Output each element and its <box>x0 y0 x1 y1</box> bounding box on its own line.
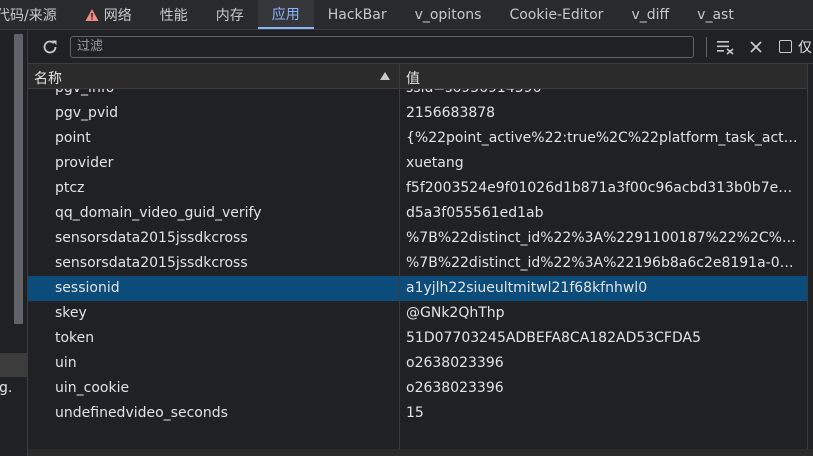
only-show-issues-label: 仅 <box>798 39 812 56</box>
tab-label: 网络 <box>103 7 132 24</box>
sidebar-panel: g. <box>0 30 28 456</box>
table-row[interactable]: sensorsdata2015jssdkcross %7B%22distinct… <box>28 251 813 276</box>
cookie-name: qq_domain_video_guid_verify <box>55 205 262 221</box>
table-row[interactable]: undefinedvideo_seconds 15 <box>28 401 813 426</box>
refresh-icon <box>43 40 57 53</box>
table-row[interactable]: point {%22point_active%22:true%2C%22plat… <box>28 126 813 151</box>
tab-label: HackBar <box>327 6 387 23</box>
tab-performance[interactable]: 性能 <box>146 0 202 29</box>
cookie-value: o2638023396 <box>406 380 504 396</box>
cookie-value: f5f2003524e9f01026d1b871a3f00c96acbd313b… <box>406 180 800 196</box>
sort-ascending-icon[interactable] <box>380 72 390 80</box>
tab-label: 内存 <box>215 7 244 24</box>
clear-filtered-button[interactable] <box>715 36 737 58</box>
cookie-name: point <box>55 130 91 146</box>
table-row[interactable]: uin o2638023396 <box>28 351 813 376</box>
tab-label: 代码/来源 <box>0 7 57 24</box>
cookie-value: 15 <box>406 405 424 421</box>
tab-hackbar[interactable]: HackBar <box>314 0 401 29</box>
cookies-toolbar: 仅 <box>28 30 813 64</box>
warning-icon <box>85 8 99 21</box>
tab-application[interactable]: 应用 <box>257 0 314 29</box>
tab-label: 性能 <box>159 7 188 24</box>
column-header-value[interactable]: 值 <box>406 68 420 88</box>
only-show-issues-checkbox[interactable] <box>779 40 792 53</box>
table-row[interactable]: token 51D07703245ADBEFA8CA182AD53CFDA5 <box>28 326 813 351</box>
horizontal-scrollbar[interactable] <box>28 449 813 456</box>
tab-cookie-editor[interactable]: Cookie-Editor <box>495 0 617 29</box>
cookie-name: sessionid <box>55 280 120 296</box>
tab-v-ast[interactable]: v_ast <box>683 0 748 29</box>
table-header: 名称 值 <box>28 64 813 89</box>
cookie-name: token <box>55 330 95 346</box>
table-row[interactable]: skey @GNk2QhThp <box>28 301 813 326</box>
table-row[interactable]: provider xuetang <box>28 151 813 176</box>
cookie-value: %7B%22distinct_id%22%3A%22196b8a6c2e8191… <box>406 255 800 271</box>
tab-sources[interactable]: 代码/来源 <box>0 0 71 29</box>
table-row-selected[interactable]: sessionid a1yjlh22siueultmitwl21f68kfnhw… <box>28 276 813 301</box>
cookie-value: {%22point_active%22:true%2C%22platform_t… <box>406 130 800 146</box>
cookie-name: undefinedvideo_seconds <box>55 405 228 421</box>
cookie-name: sensorsdata2015jssdkcross <box>55 230 248 246</box>
table-row[interactable]: uin_cookie o2638023396 <box>28 376 813 401</box>
cookies-table: pgv_info ssid=s6956914396 pgv_pvid 21566… <box>28 64 813 456</box>
table-row[interactable]: sensorsdata2015jssdkcross %7B%22distinct… <box>28 226 813 251</box>
tab-label: v_ast <box>697 6 734 23</box>
refresh-button[interactable] <box>38 35 62 59</box>
cookie-value: xuetang <box>406 155 464 171</box>
right-edge-panel <box>808 64 813 456</box>
table-row[interactable]: pgv_pvid 2156683878 <box>28 101 813 126</box>
cookie-name: uin_cookie <box>55 380 130 396</box>
sidebar-scrollbar[interactable] <box>14 34 23 324</box>
tab-network[interactable]: 网络 <box>71 0 146 29</box>
table-row[interactable]: ptcz f5f2003524e9f01026d1b871a3f00c96acb… <box>28 176 813 201</box>
cookie-name: pgv_pvid <box>55 105 119 121</box>
cookie-value: 2156683878 <box>406 105 496 121</box>
cookie-value: %7B%22distinct_id%22%3A%2291100187%22%2C… <box>406 230 800 246</box>
tab-v-opitons[interactable]: v_opitons <box>401 0 496 29</box>
tab-v-diff[interactable]: v_diff <box>617 0 683 29</box>
cookie-value: d5a3f055561ed1ab <box>406 205 544 221</box>
tab-label: v_diff <box>631 6 670 23</box>
cookie-value: 51D07703245ADBEFA8CA182AD53CFDA5 <box>406 330 702 346</box>
close-icon <box>750 40 762 53</box>
tab-label: 应用 <box>271 6 300 23</box>
cookie-name: ptcz <box>55 180 85 196</box>
table-row[interactable]: qq_domain_video_guid_verify d5a3f055561e… <box>28 201 813 226</box>
tab-label: v_opitons <box>414 6 482 23</box>
column-header-name[interactable]: 名称 <box>34 68 62 88</box>
toolbar-divider <box>706 36 707 57</box>
tab-label: Cookie-Editor <box>509 6 604 23</box>
delete-all-button[interactable] <box>745 36 767 58</box>
cookie-name: skey <box>55 305 87 321</box>
clear-filtered-icon <box>717 40 734 55</box>
column-divider[interactable] <box>399 64 400 456</box>
cookie-name: sensorsdata2015jssdkcross <box>55 255 248 271</box>
cookie-name: uin <box>55 355 77 371</box>
cookie-value: o2638023396 <box>406 355 504 371</box>
filter-input[interactable] <box>70 35 694 58</box>
cookie-value: @GNk2QhThp <box>406 305 505 321</box>
tab-memory[interactable]: 内存 <box>202 0 258 29</box>
sidebar-selected-item[interactable] <box>0 353 27 377</box>
sidebar-item-fragment[interactable]: g. <box>0 380 12 396</box>
cookie-name: provider <box>55 155 114 171</box>
devtools-tab-bar: 代码/来源 网络 性能 内存 应用 HackBar v_opitons Cook… <box>0 0 813 30</box>
cookie-value: a1yjlh22siueultmitwl21f68kfnhwl0 <box>406 280 648 296</box>
